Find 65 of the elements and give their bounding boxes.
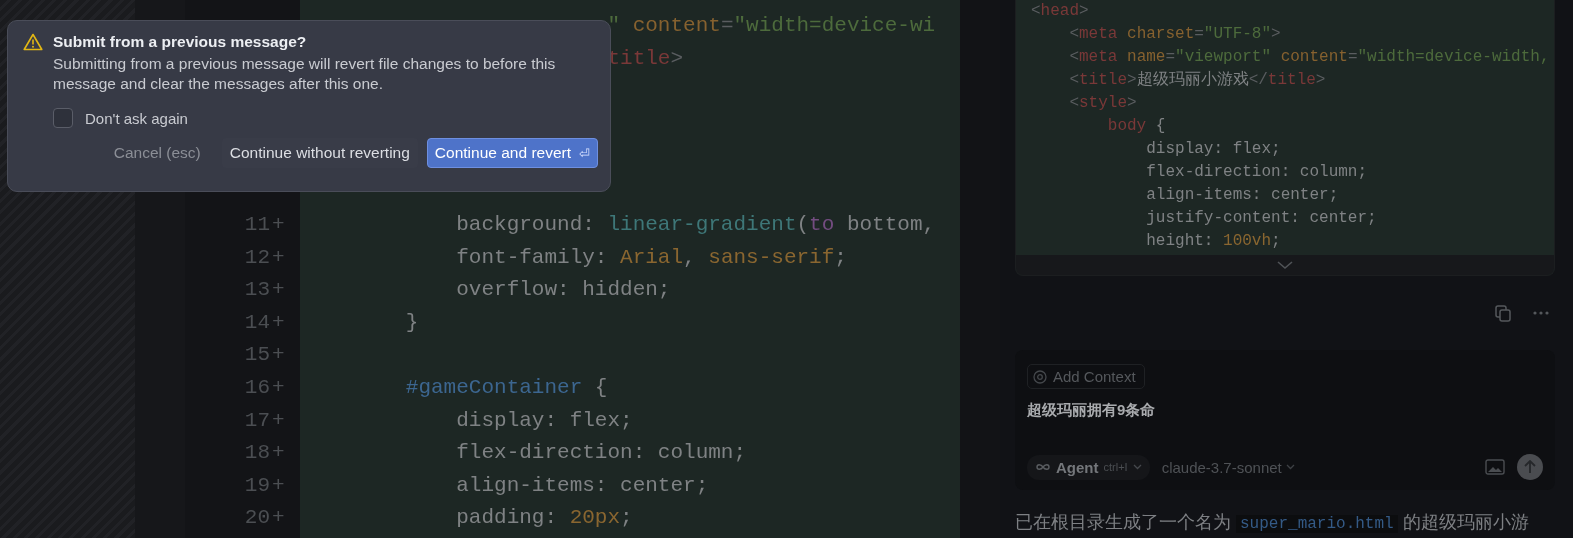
code-line: overflow: hidden; bbox=[455, 277, 672, 304]
code-line: <meta name="viewport" content="width=device-width, bbox=[1068, 47, 1551, 68]
line-number: 11 bbox=[243, 212, 270, 239]
code-line: <meta charset="UTF-8"> bbox=[1068, 24, 1282, 45]
dialog-message: Submitting from a previous message will revert file changes to before this message and clear the messages after this one. bbox=[53, 54, 557, 94]
arrow-up-icon bbox=[1524, 460, 1536, 474]
line-number: 19 bbox=[243, 472, 270, 499]
diff-marker: + bbox=[271, 342, 286, 369]
checkbox-label: Don't ask again bbox=[85, 109, 188, 127]
line-number: 18 bbox=[243, 440, 270, 467]
code-line: background: linear-gradient(to bottom, bbox=[455, 212, 937, 239]
primary-button[interactable]: Continue and revert ⏎ bbox=[426, 138, 598, 168]
chat-input[interactable]: Add Context 超级玛丽拥有9条命 Agent ctrl+I claude-3.7-sonnet bbox=[1015, 350, 1555, 490]
line-number: 16 bbox=[243, 375, 270, 402]
cancel-button[interactable]: Cancel (esc) bbox=[105, 138, 209, 168]
line-number: 20 bbox=[243, 505, 270, 532]
code-line: " content="width=device-wi bbox=[607, 13, 936, 39]
model-selector[interactable]: claude-3.7-sonnet bbox=[1161, 458, 1295, 476]
dialog-title: Submit from a previous message? bbox=[53, 33, 307, 51]
code-line: flex-direction: column; bbox=[1145, 162, 1369, 183]
code-line: #gameContainer { bbox=[404, 375, 609, 402]
code-line: font-family: Arial, sans-serif; bbox=[455, 244, 848, 271]
code-line: justify-content: center; bbox=[1145, 208, 1378, 229]
code-line: align-items: center; bbox=[455, 472, 710, 499]
diff-marker: + bbox=[271, 440, 286, 467]
at-icon bbox=[1033, 369, 1047, 384]
code-line: height: 100vh; bbox=[1145, 231, 1282, 252]
code-line: flex-direction: column; bbox=[455, 440, 748, 467]
code-line: title> bbox=[607, 45, 684, 72]
code-line: <head> bbox=[1031, 1, 1090, 22]
copy-icon[interactable] bbox=[1495, 304, 1511, 322]
diff-marker: + bbox=[271, 472, 286, 499]
line-number: 13 bbox=[243, 277, 270, 304]
code-line: <style> bbox=[1068, 93, 1138, 114]
response-text: 已在根目录生成了一个名为 super_mario.html 的超级玛丽小游 bbox=[1015, 511, 1529, 534]
diff-marker: + bbox=[271, 277, 286, 304]
line-number: 14 bbox=[243, 309, 270, 336]
checkbox[interactable] bbox=[53, 108, 73, 128]
diff-marker: + bbox=[271, 212, 286, 239]
code-line: align-items: center; bbox=[1145, 185, 1340, 206]
code-line: padding: 20px; bbox=[455, 505, 634, 532]
diff-marker: + bbox=[271, 505, 286, 532]
warning-icon bbox=[23, 33, 43, 51]
code-line: <title>超级玛丽小游戏</title> bbox=[1068, 70, 1327, 91]
infinity-icon bbox=[1035, 463, 1051, 471]
line-number: 12 bbox=[243, 244, 270, 271]
code-line: body { bbox=[1106, 116, 1167, 137]
add-context-chip[interactable]: Add Context bbox=[1027, 364, 1145, 389]
diff-marker: + bbox=[271, 309, 286, 336]
code-line: display: flex; bbox=[455, 407, 634, 434]
caret-icon bbox=[1285, 464, 1295, 470]
mode-selector[interactable]: Agent ctrl+I bbox=[1027, 454, 1150, 480]
code-line: } bbox=[404, 309, 420, 336]
line-number: 15 bbox=[243, 342, 270, 369]
diff-marker: + bbox=[271, 375, 286, 402]
chevron-down-icon bbox=[1277, 260, 1293, 270]
message-text: 超级玛丽拥有9条命 bbox=[1027, 401, 1157, 420]
more-icon[interactable] bbox=[1533, 311, 1549, 315]
image-icon[interactable] bbox=[1485, 459, 1505, 475]
diff-marker: + bbox=[271, 407, 286, 434]
line-number: 17 bbox=[243, 407, 270, 434]
send-button[interactable] bbox=[1517, 454, 1543, 480]
caret-icon bbox=[1132, 464, 1142, 470]
code-line: display: flex; bbox=[1145, 139, 1282, 160]
diff-marker: + bbox=[271, 244, 286, 271]
